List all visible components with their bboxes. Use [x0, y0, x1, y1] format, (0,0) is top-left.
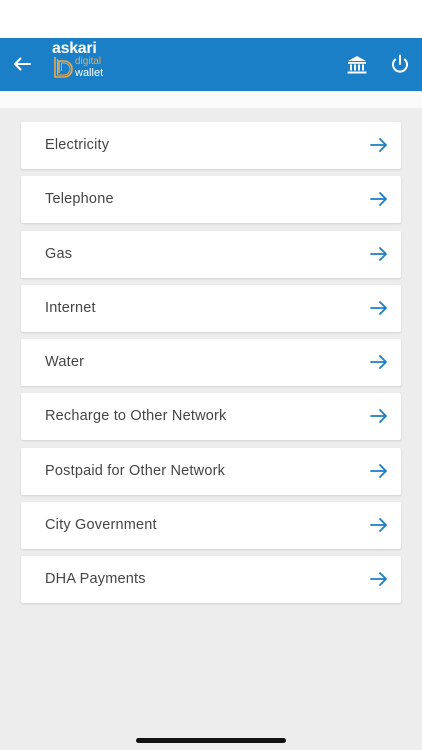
- list-item-water[interactable]: Water: [21, 339, 401, 387]
- bill-category-list: Electricity Telephone Gas Internet Water…: [21, 122, 401, 611]
- header-separator: [0, 91, 422, 108]
- list-item-city-government[interactable]: City Government: [21, 502, 401, 550]
- list-item-label: Internet: [45, 299, 96, 316]
- list-item-label: City Government: [45, 517, 157, 534]
- power-icon: [392, 54, 408, 73]
- arrow-right-icon: [370, 409, 387, 424]
- list-item-label: Electricity: [45, 137, 110, 153]
- arrow-right-icon: [370, 463, 387, 478]
- status-bar: [0, 0, 422, 38]
- power-button[interactable]: [388, 52, 412, 76]
- list-item-recharge-other-network[interactable]: Recharge to Other Network: [21, 393, 401, 441]
- logo-mark-icon: [54, 57, 73, 78]
- arrow-right-icon: [370, 355, 387, 370]
- list-item-label: Telephone: [45, 191, 114, 208]
- bank-button[interactable]: [345, 53, 369, 77]
- list-item-telephone[interactable]: Telephone: [21, 176, 401, 224]
- arrow-right-icon: [370, 572, 387, 587]
- list-item-label: Recharge to Other Network: [45, 408, 227, 425]
- arrow-right-icon: [370, 138, 387, 152]
- arrow-right-icon: [370, 518, 387, 532]
- list-item-internet[interactable]: Internet: [21, 284, 401, 332]
- list-item-label: Gas: [45, 245, 73, 262]
- arrow-left-icon: [14, 57, 31, 71]
- list-item-dha-payments[interactable]: DHA Payments: [21, 556, 401, 604]
- list-item-gas[interactable]: Gas: [21, 230, 401, 278]
- arrow-right-icon: [370, 246, 387, 261]
- list-item-label: Water: [45, 354, 85, 371]
- home-indicator[interactable]: [136, 738, 286, 743]
- app-bar: askari digital wallet: [0, 38, 422, 91]
- list-item-label: DHA Payments: [45, 571, 146, 588]
- bank-building-icon: [347, 56, 367, 74]
- askari-digital-wallet-logo: askari digital wallet: [52, 41, 132, 87]
- list-item-label: Postpaid for Other Network: [45, 462, 226, 479]
- list-item-electricity[interactable]: Electricity: [21, 122, 401, 169]
- logo-sub-text-digital: digital: [75, 56, 102, 67]
- arrow-right-icon: [370, 300, 387, 315]
- arrow-right-icon: [370, 192, 387, 207]
- back-button[interactable]: [8, 50, 36, 78]
- list-item-postpaid-other-network[interactable]: Postpaid for Other Network: [21, 447, 401, 495]
- logo-sub-text-wallet: wallet: [75, 67, 104, 79]
